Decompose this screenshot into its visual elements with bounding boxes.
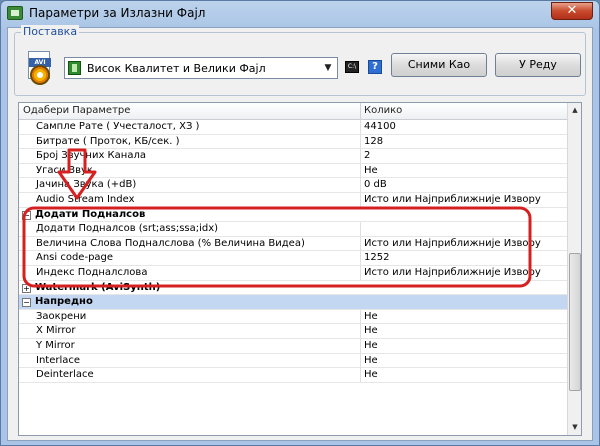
property-value[interactable]: Не <box>364 164 378 178</box>
settings-group-label: Поставка <box>21 25 80 38</box>
chevron-down-icon[interactable]: ▼ <box>319 58 337 78</box>
property-name: Величина Слова Подналслова (% Величина В… <box>36 237 305 249</box>
collapse-icon[interactable]: − <box>22 210 31 220</box>
property-value[interactable]: Исто или Најприближније Извору <box>364 266 541 280</box>
property-value[interactable]: Исто или Најприближније Извору <box>364 193 541 207</box>
save-as-button[interactable]: Сними Као <box>391 53 487 77</box>
property-value[interactable]: 0 dB <box>364 178 387 192</box>
property-name: Индекс Подналслова <box>36 266 148 278</box>
scroll-thumb[interactable] <box>569 253 581 391</box>
close-button[interactable]: ✕ <box>551 2 593 20</box>
film-icon <box>68 61 81 75</box>
collapse-icon[interactable]: − <box>22 298 31 308</box>
profile-select[interactable]: Висок Квалитет и Велики Фајл ▼ <box>64 57 338 79</box>
expand-icon[interactable]: + <box>22 283 31 293</box>
property-name: Додати Подналсов (srt;ass;ssa;idx) <box>36 223 219 235</box>
grid-property-row[interactable]: Угаси Звук Не <box>19 163 567 179</box>
grid-property-row[interactable]: Величина Слова Подналслова (% Величина В… <box>19 236 567 252</box>
avi-file-icon: AVI <box>22 51 58 85</box>
ok-button[interactable]: У Реду <box>495 53 581 77</box>
property-name: Interlace <box>36 354 81 366</box>
property-value[interactable]: Не <box>364 310 378 324</box>
help-icon[interactable]: ? <box>368 60 382 74</box>
property-name: Битрате ( Проток, КБ/сек. ) <box>36 135 180 147</box>
property-value[interactable]: Не <box>364 324 378 338</box>
property-value[interactable]: 128 <box>364 135 383 149</box>
property-value[interactable]: 44100 <box>364 120 396 134</box>
property-name: Угаси Звук <box>36 164 93 176</box>
title-bar: Параметри за Излазни Фајл ✕ <box>1 1 599 27</box>
grid-property-row[interactable]: Индекс Подналслова Исто или Најприближниј… <box>19 265 567 281</box>
vertical-scrollbar[interactable]: ▲ ▼ <box>567 103 581 435</box>
dialog-content: Поставка AVI Висок Квалитет и Велики Фај… <box>7 25 593 441</box>
property-name: Број Звучних Канала <box>36 150 146 162</box>
property-name: Deinterlace <box>36 369 94 381</box>
settings-group: Поставка AVI Висок Квалитет и Велики Фај… <box>14 25 586 96</box>
scroll-up-icon[interactable]: ▲ <box>568 103 581 118</box>
output-settings-window: Параметри за Излазни Фајл ✕ Поставка AVI… <box>0 0 600 446</box>
grid-header: Одабери Параметре Колико <box>19 103 567 120</box>
grid-property-row[interactable]: Ansi code-page 1252 <box>19 251 567 266</box>
property-name: Напредно <box>35 296 93 308</box>
property-name: Watermark (AviSynth) <box>35 281 161 293</box>
property-name: X Mirror <box>36 325 76 337</box>
grid-property-row[interactable]: Deinterlace Не <box>19 368 567 383</box>
scroll-down-icon[interactable]: ▼ <box>568 420 581 435</box>
grid-property-row[interactable]: Audio Stream Index Исто или Најприближниј… <box>19 192 567 208</box>
grid-category-row[interactable]: − Додати Подналсов <box>19 208 567 223</box>
grid-rows: Сампле Рате ( Учесталост, ХЗ ) 44100 Битра… <box>19 120 567 383</box>
property-name: Заокрени <box>36 310 87 322</box>
cmd-icon[interactable]: C:\ <box>345 61 359 73</box>
grid-property-row[interactable]: Y Mirror Не <box>19 338 567 354</box>
grid-property-row[interactable]: Сампле Рате ( Учесталост, ХЗ ) 44100 <box>19 120 567 135</box>
grid-category-row[interactable]: + Watermark (AviSynth) <box>19 281 567 296</box>
app-icon <box>7 6 23 20</box>
profile-select-value: Висок Квалитет и Велики Фајл <box>87 62 266 75</box>
property-name: Јачина Звука (+dB) <box>36 179 137 191</box>
grid-property-row[interactable]: Јачина Звука (+dB) 0 dB <box>19 178 567 193</box>
property-name: Y Mirror <box>36 339 75 351</box>
grid-property-row[interactable]: Битрате ( Проток, КБ/сек. ) 128 <box>19 134 567 150</box>
property-value[interactable]: 1252 <box>364 251 389 265</box>
grid-property-row[interactable]: Број Звучних Канала 2 <box>19 149 567 164</box>
grid-property-row[interactable]: Interlace Не <box>19 353 567 369</box>
window-title: Параметри за Излазни Фајл <box>29 6 206 20</box>
property-value[interactable]: Не <box>364 354 378 368</box>
column-header-name[interactable]: Одабери Параметре <box>23 105 130 116</box>
property-value[interactable]: 2 <box>364 149 370 163</box>
property-name: Додати Подналсов <box>35 208 146 220</box>
column-header-value[interactable]: Колико <box>364 105 402 116</box>
property-value[interactable]: Исто или Најприближније Извору <box>364 237 541 251</box>
property-value[interactable]: Не <box>364 368 378 382</box>
property-name: Сампле Рате ( Учесталост, ХЗ ) <box>36 121 200 132</box>
property-name: Ansi code-page <box>36 252 114 264</box>
grid-category-row[interactable]: − Напредно <box>19 295 567 310</box>
parameters-grid: Одабери Параметре Колико Сампле Рате ( У… <box>18 102 582 436</box>
grid-property-row[interactable]: X Mirror Не <box>19 324 567 339</box>
property-value[interactable]: Не <box>364 339 378 353</box>
grid-property-row[interactable]: Заокрени Не <box>19 309 567 325</box>
property-name: Audio Stream Index <box>36 193 135 205</box>
grid-property-row[interactable]: Додати Подналсов (srt;ass;ssa;idx) <box>19 222 567 237</box>
